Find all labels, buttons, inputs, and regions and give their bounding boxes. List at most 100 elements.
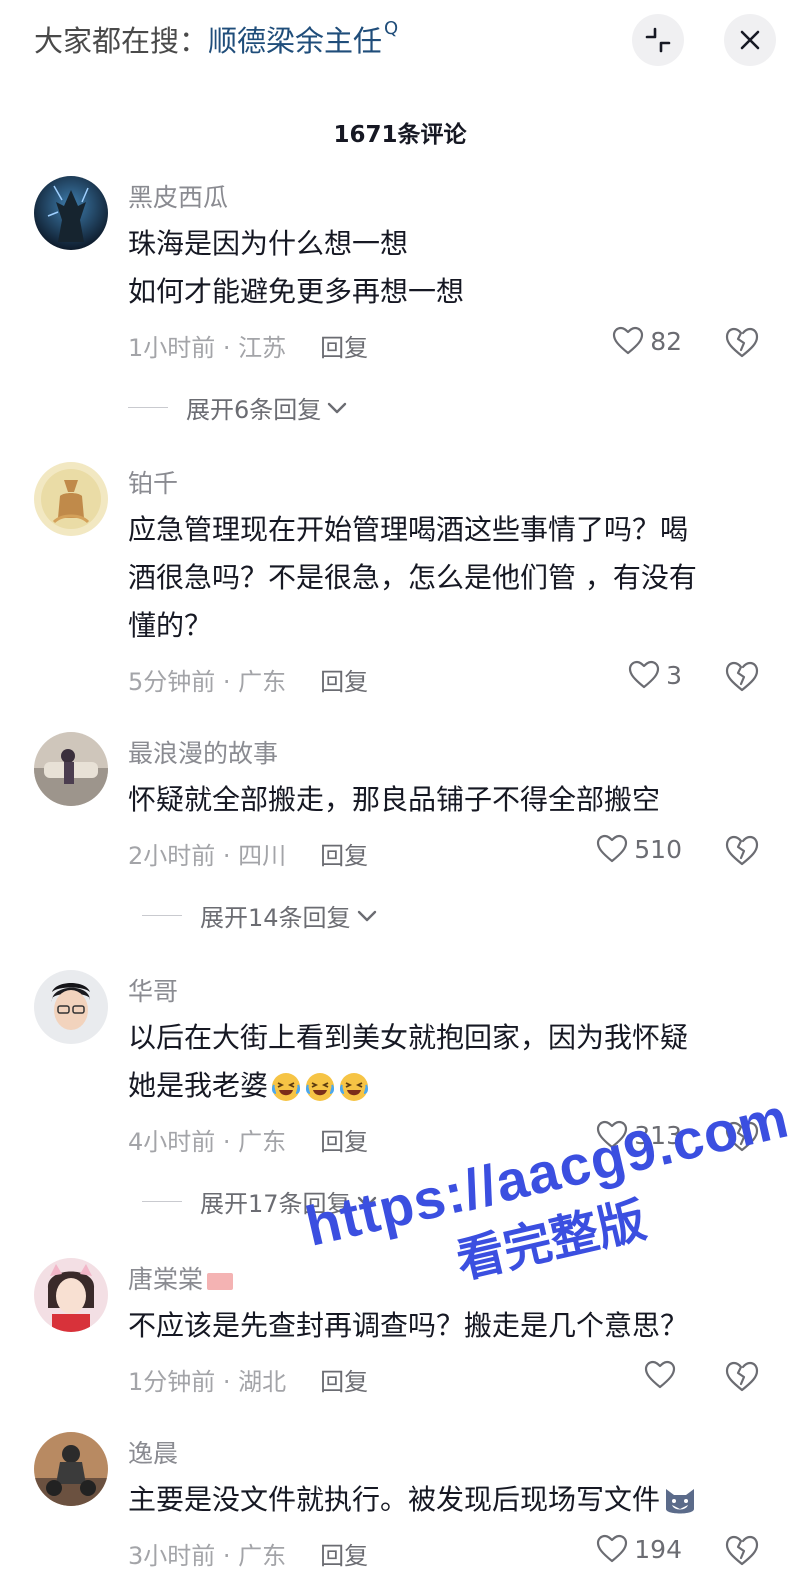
trending-search[interactable]: 大家都在搜：顺德梁余主任 Q (34, 18, 398, 60)
like-button[interactable]: 3 (628, 660, 682, 690)
comment-text: 主要是没文件就执行。被发现后现场写文件 (128, 1476, 768, 1524)
comment-meta: 1分钟前 · 湖北 回复 (128, 1362, 368, 1397)
reply-button[interactable]: 回复 (320, 842, 368, 870)
comment-location: 湖北 (238, 1368, 287, 1396)
avatar[interactable] (34, 1432, 108, 1506)
trending-search-term[interactable]: 顺德梁余主任 (208, 24, 382, 58)
comment-line: 懂的？ (128, 609, 213, 642)
close-icon (740, 30, 760, 50)
comment-line: 主要是没文件就执行。被发现后现场写文件 (128, 1483, 661, 1516)
cat-emoji (666, 1489, 695, 1514)
comment-meta: 4小时前 · 广东 回复 (128, 1122, 368, 1157)
avatar[interactable] (34, 1258, 108, 1332)
dislike-button[interactable] (724, 835, 760, 871)
like-button[interactable] (644, 1360, 682, 1390)
comment-meta: 5分钟前 · 广东 回复 (128, 662, 368, 697)
avatar[interactable] (34, 970, 108, 1044)
heart-icon (628, 660, 660, 689)
divider (142, 915, 182, 916)
collapse-button[interactable] (632, 14, 684, 66)
comment-meta: 3小时前 · 广东 回复 (128, 1536, 368, 1571)
comment-line: 不应该是先查封再调查吗？搬走是几个意思？ (128, 1309, 689, 1342)
reply-button[interactable]: 回复 (320, 1542, 368, 1570)
reply-button[interactable]: 回复 (320, 1128, 368, 1156)
trending-search-prefix: 大家都在搜： (34, 24, 209, 58)
comment-location: 四川 (238, 842, 287, 870)
username-text: 唐棠棠 (128, 1265, 204, 1294)
heart-icon (613, 326, 644, 355)
like-button[interactable]: 194 (596, 1534, 682, 1564)
reply-button[interactable]: 回复 (320, 334, 368, 362)
reply-button[interactable]: 回复 (320, 668, 368, 696)
heart-icon (597, 834, 628, 863)
divider (142, 1201, 182, 1202)
meta-separator: · (215, 668, 239, 696)
like-button[interactable]: 313 (596, 1120, 682, 1150)
comment-line: 应急管理现在开始管理喝酒这些事情了吗？喝 (128, 513, 689, 546)
comment-text: 不应该是先查封再调查吗？搬走是几个意思？ (128, 1302, 768, 1350)
username[interactable]: 黑皮西瓜 (128, 178, 228, 214)
username[interactable]: 铂千 (128, 464, 178, 500)
expand-replies-label: 展开6条回复 (186, 396, 322, 424)
comment-text: 以后在大街上看到美女就抱回家，因为我怀疑 她是我老婆 (128, 1014, 768, 1110)
comment-line: 珠海是因为什么想一想 (128, 227, 409, 260)
broken-heart-icon (725, 1535, 759, 1566)
comment-line: 酒很急吗？不是很急，怎么是他们管 ，有没有 (128, 561, 697, 594)
like-count: 313 (634, 1120, 682, 1150)
username[interactable]: 华哥 (128, 972, 178, 1008)
close-button[interactable] (724, 14, 776, 66)
username[interactable]: 唐棠棠 (128, 1260, 234, 1296)
meta-separator: · (215, 334, 239, 362)
top-bar: 大家都在搜：顺德梁余主任 Q (0, 0, 800, 80)
like-count: 82 (650, 326, 682, 356)
avatar[interactable] (34, 732, 108, 806)
dislike-button[interactable] (724, 1361, 760, 1397)
comment-line: 如何才能避免更多再想一想 (128, 275, 465, 308)
avatar[interactable] (34, 176, 108, 250)
dislike-button[interactable] (724, 327, 760, 363)
comment-item: 铂千 应急管理现在开始管理喝酒这些事情了吗？喝 酒很急吗？不是很急，怎么是他们管… (0, 462, 800, 712)
dislike-button[interactable] (724, 1121, 760, 1157)
laughing-crying-emoji (339, 1073, 369, 1101)
comment-text: 怀疑就全部搬走，那良品铺子不得全部搬空 (128, 776, 768, 824)
flag-icon (207, 1272, 234, 1290)
comment-time: 1分钟前 (128, 1368, 216, 1396)
comment-location: 广东 (238, 1128, 287, 1156)
comment-time: 4小时前 (128, 1128, 216, 1156)
comment-item: 唐棠棠 不应该是先查封再调查吗？搬走是几个意思？ 1分钟前 · 湖北 回复 (0, 1258, 800, 1408)
dislike-button[interactable] (724, 661, 760, 697)
expand-replies-button[interactable]: 展开14条回复 (142, 898, 377, 933)
username[interactable]: 最浪漫的故事 (128, 734, 278, 770)
heart-icon (644, 1360, 676, 1389)
broken-heart-icon (725, 661, 759, 692)
reply-button[interactable]: 回复 (320, 1368, 368, 1396)
chevron-down-icon (357, 1196, 376, 1207)
comment-meta: 1小时前 · 江苏 回复 (128, 328, 368, 363)
comment-item: 黑皮西瓜 珠海是因为什么想一想 如何才能避免更多再想一想 1小时前 · 江苏 回复… (0, 176, 800, 426)
like-count: 3 (666, 660, 682, 690)
dislike-button[interactable] (724, 1535, 760, 1571)
comment-count: 1671条评论 (333, 122, 467, 148)
broken-heart-icon (725, 835, 759, 866)
meta-separator: · (215, 842, 239, 870)
comment-location: 广东 (238, 1542, 287, 1570)
comment-line-with-emoji: 主要是没文件就执行。被发现后现场写文件 (128, 1476, 768, 1524)
expand-replies-button[interactable]: 展开6条回复 (128, 390, 347, 425)
comment-item: 最浪漫的故事 怀疑就全部搬走，那良品铺子不得全部搬空 2小时前 · 四川 回复 5… (0, 732, 800, 942)
meta-separator: · (215, 1368, 239, 1396)
chevron-down-icon (328, 402, 347, 413)
expand-replies-label: 展开14条回复 (200, 904, 351, 932)
heart-icon (597, 1120, 628, 1149)
comment-line: 以后在大街上看到美女就抱回家，因为我怀疑 (128, 1021, 689, 1054)
laughing-crying-emoji (271, 1073, 301, 1101)
comment-time: 2小时前 (128, 842, 216, 870)
username[interactable]: 逸晨 (128, 1434, 178, 1470)
expand-replies-button[interactable]: 展开17条回复 (142, 1184, 377, 1219)
like-button[interactable]: 82 (612, 326, 682, 356)
comment-item: 逸晨 主要是没文件就执行。被发现后现场写文件 3小时前 · 广东 回复 194 (0, 1432, 800, 1570)
like-button[interactable]: 510 (596, 834, 682, 864)
avatar[interactable] (34, 462, 108, 536)
broken-heart-icon (725, 327, 759, 358)
collapse-icon (645, 27, 671, 53)
comment-item: 华哥 以后在大街上看到美女就抱回家，因为我怀疑 她是我老婆 4小时前 · 广东 回… (0, 970, 800, 1220)
